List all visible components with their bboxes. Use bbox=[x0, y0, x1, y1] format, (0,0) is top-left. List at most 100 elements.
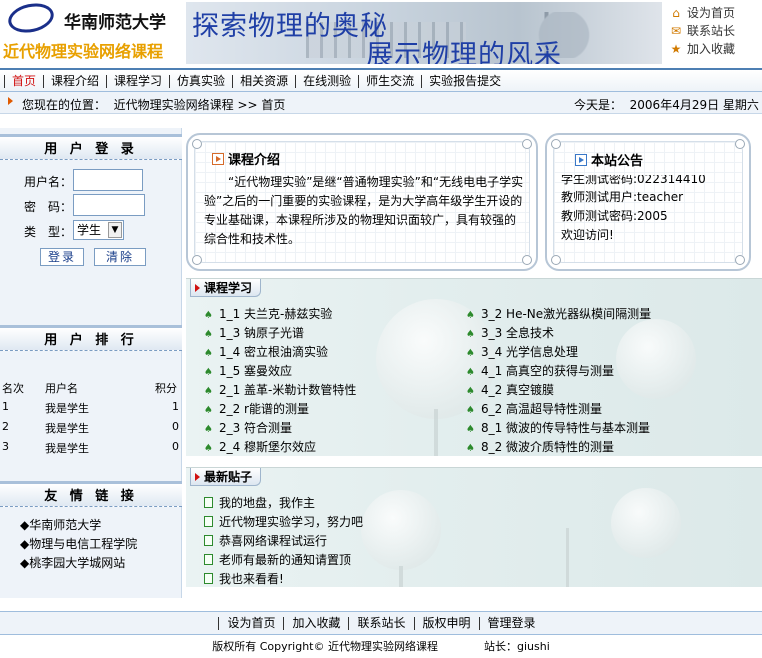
latest-posts-section: 最新贴子 我的地盘，我作主 近代物理实验学习，努力吧 恭喜网络课程试运行 老师有… bbox=[186, 467, 762, 587]
footer-admin-login[interactable]: 管理登录 bbox=[478, 616, 544, 630]
header-banner: 探索物理的奥秘 展示物理的风采 bbox=[186, 2, 662, 64]
bullet-icon: ♠ bbox=[204, 310, 213, 321]
experiment-link[interactable]: ♠ 6_2 高温超导特性测量 bbox=[466, 400, 602, 417]
footer-add-bookmark[interactable]: 加入收藏 bbox=[283, 616, 348, 630]
course-name: 近代物理实验网络课程 bbox=[3, 42, 164, 61]
ranking-row: 1 我是学生 1 bbox=[2, 400, 179, 416]
chevron-down-icon: ▼ bbox=[108, 222, 122, 238]
experiment-link[interactable]: ♠ 3_4 光学信息处理 bbox=[466, 343, 578, 360]
document-icon bbox=[204, 573, 213, 584]
course-intro-heading[interactable]: 课程介绍 bbox=[212, 149, 280, 168]
quick-links: ⌂ 设为首页 ✉ 联系站长 ★ 加入收藏 bbox=[668, 4, 762, 58]
link-scnu[interactable]: ◆华南师范大学 bbox=[20, 516, 101, 533]
nav-item-discussion[interactable]: 师生交流 bbox=[358, 74, 421, 88]
experiment-link[interactable]: ♠ 1_1 夫兰克-赫兹实验 bbox=[204, 305, 332, 322]
nav-item-course-intro[interactable]: 课程介绍 bbox=[43, 74, 106, 88]
site-notice-panel: 本站公告 学生测试密码:022314410 教师测试用户:teacher 教师测… bbox=[545, 133, 751, 271]
post-link[interactable]: 恭喜网络课程试运行 bbox=[204, 532, 327, 549]
main-nav: 首页 课程介绍 课程学习 仿真实验 相关资源 在线测验 师生交流 实验报告提交 bbox=[0, 68, 762, 92]
nav-item-online-test[interactable]: 在线测验 bbox=[295, 74, 358, 88]
bullet-icon: ♠ bbox=[466, 348, 475, 359]
experiment-link[interactable]: ♠ 4_2 真空镀膜 bbox=[466, 381, 554, 398]
footer-links: 设为首页 加入收藏 联系站长 版权申明 管理登录 bbox=[0, 611, 762, 635]
footer-set-homepage[interactable]: 设为首页 bbox=[218, 616, 283, 630]
document-icon bbox=[204, 554, 213, 565]
breadcrumb: 您现在的位置： 近代物理实验网络课程 >> 首页 bbox=[22, 98, 286, 112]
arrow-right-icon bbox=[195, 284, 200, 292]
ranking-username[interactable]: 我是学生 bbox=[45, 420, 89, 436]
clear-button[interactable]: 清除 bbox=[94, 248, 146, 266]
post-link[interactable]: 近代物理实验学习，努力吧 bbox=[204, 513, 363, 530]
site-notice-heading: 本站公告 bbox=[575, 150, 643, 169]
link-physics-school[interactable]: ◆物理与电信工程学院 bbox=[20, 535, 137, 552]
experiment-link[interactable]: ♠ 2_2 r能谱的测量 bbox=[204, 400, 309, 417]
footer-copyright-statement[interactable]: 版权申明 bbox=[413, 616, 479, 630]
footer-copyright: 版权所有 Copyright© 近代物理实验网络课程 站长：giushi bbox=[0, 637, 762, 658]
bullet-icon: ♠ bbox=[204, 386, 213, 397]
nav-item-course-study[interactable]: 课程学习 bbox=[106, 74, 169, 88]
set-homepage-link[interactable]: ⌂ 设为首页 bbox=[668, 4, 762, 22]
bullet-icon: ♠ bbox=[204, 348, 213, 359]
document-icon bbox=[204, 497, 213, 508]
experiment-link[interactable]: ♠ 2_3 符合测量 bbox=[204, 419, 292, 436]
nav-item-resources[interactable]: 相关资源 bbox=[232, 74, 295, 88]
nav-item-report-submit[interactable]: 实验报告提交 bbox=[421, 74, 508, 88]
bullet-icon: ♠ bbox=[466, 443, 475, 454]
document-icon bbox=[204, 516, 213, 527]
footer-contact-admin[interactable]: 联系站长 bbox=[348, 616, 413, 630]
bullet-icon: ♠ bbox=[466, 329, 475, 340]
experiment-link[interactable]: ♠ 2_1 盖革-米勒计数管特性 bbox=[204, 381, 356, 398]
breadcrumb-path[interactable]: 近代物理实验网络课程 >> 首页 bbox=[114, 98, 286, 112]
password-input[interactable] bbox=[73, 194, 145, 216]
contact-admin-link[interactable]: ✉ 联系站长 bbox=[668, 22, 762, 40]
experiment-link[interactable]: ♠ 8_2 微波介质特性的测量 bbox=[466, 438, 614, 455]
experiment-link[interactable]: ♠ 1_3 钠原子光谱 bbox=[204, 324, 304, 341]
bullet-icon: ♠ bbox=[204, 405, 213, 416]
post-link[interactable]: 老师有最新的通知请置顶 bbox=[204, 551, 351, 568]
add-bookmark-link[interactable]: ★ 加入收藏 bbox=[668, 40, 762, 58]
bullet-icon: ♠ bbox=[466, 310, 475, 321]
bullet-icon: ♠ bbox=[466, 386, 475, 397]
course-intro-panel: 课程介绍 “近代物理实验”是继“普通物理实验”和“无线电电子学实验”之后的一门重… bbox=[186, 133, 538, 271]
arrow-right-icon bbox=[8, 97, 13, 105]
login-button[interactable]: 登录 bbox=[40, 248, 84, 266]
banner-slogan-1: 探索物理的奥秘 bbox=[192, 11, 388, 42]
course-intro-text: “近代物理实验”是继“普通物理实验”和“无线电电子学实验”之后的一门重要的实验课… bbox=[204, 175, 524, 246]
username-label: 用户名： bbox=[24, 175, 73, 189]
university-emblem-icon bbox=[5, 0, 57, 37]
experiment-link[interactable]: ♠ 1_4 密立根油滴实验 bbox=[204, 343, 328, 360]
link-taoliyuan[interactable]: ◆桃李园大学城网站 bbox=[20, 554, 125, 571]
experiment-link[interactable]: ♠ 2_4 穆斯堡尔效应 bbox=[204, 438, 316, 455]
ranking-row: 3 我是学生 0 bbox=[2, 440, 179, 456]
bullet-icon: ♠ bbox=[466, 405, 475, 416]
nav-item-home[interactable]: 首页 bbox=[4, 74, 43, 88]
post-link[interactable]: 我也来看看! bbox=[204, 570, 284, 587]
friend-links-title: 友 情 链 接 bbox=[0, 481, 182, 507]
mail-icon: ✉ bbox=[670, 24, 682, 38]
site-logo[interactable]: 华南师范大学 近代物理实验网络课程 bbox=[0, 0, 185, 68]
university-name: 华南师范大学 bbox=[64, 13, 166, 33]
user-type-select[interactable]: 学生 ▼ bbox=[73, 220, 124, 240]
post-link[interactable]: 我的地盘，我作主 bbox=[204, 494, 315, 511]
bullet-icon: ♠ bbox=[466, 367, 475, 378]
user-type-label: 类 型： bbox=[24, 225, 73, 239]
bullet-icon: ♠ bbox=[204, 329, 213, 340]
nav-item-simulation[interactable]: 仿真实验 bbox=[169, 74, 232, 88]
notice-line: 教师测试用户:teacher bbox=[561, 190, 684, 204]
experiment-link[interactable]: ♠ 3_2 He-Ne激光器纵模间隔测量 bbox=[466, 305, 651, 322]
experiment-link[interactable]: ♠ 1_5 塞曼效应 bbox=[204, 362, 292, 379]
ranking-row: 2 我是学生 0 bbox=[2, 420, 179, 436]
course-study-tab[interactable]: 课程学习 bbox=[190, 279, 262, 297]
username-input[interactable] bbox=[73, 169, 143, 191]
ranking-username[interactable]: 我是学生 bbox=[45, 400, 89, 416]
notice-line: 教师测试密码:2005 bbox=[561, 209, 668, 223]
ranking-title: 用 户 排 行 bbox=[0, 325, 182, 351]
ranking-username[interactable]: 我是学生 bbox=[45, 440, 89, 456]
latest-posts-tab[interactable]: 最新贴子 bbox=[190, 468, 262, 486]
experiment-link[interactable]: ♠ 3_3 全息技术 bbox=[466, 324, 554, 341]
arrow-right-icon bbox=[195, 473, 200, 481]
experiment-link[interactable]: ♠ 8_1 微波的传导特性与基本测量 bbox=[466, 419, 650, 436]
bullet-icon: ♠ bbox=[466, 424, 475, 435]
experiment-link[interactable]: ♠ 4_1 高真空的获得与测量 bbox=[466, 362, 614, 379]
location-bar: 您现在的位置： 近代物理实验网络课程 >> 首页 今天是： 2006年4月29日… bbox=[0, 92, 762, 114]
